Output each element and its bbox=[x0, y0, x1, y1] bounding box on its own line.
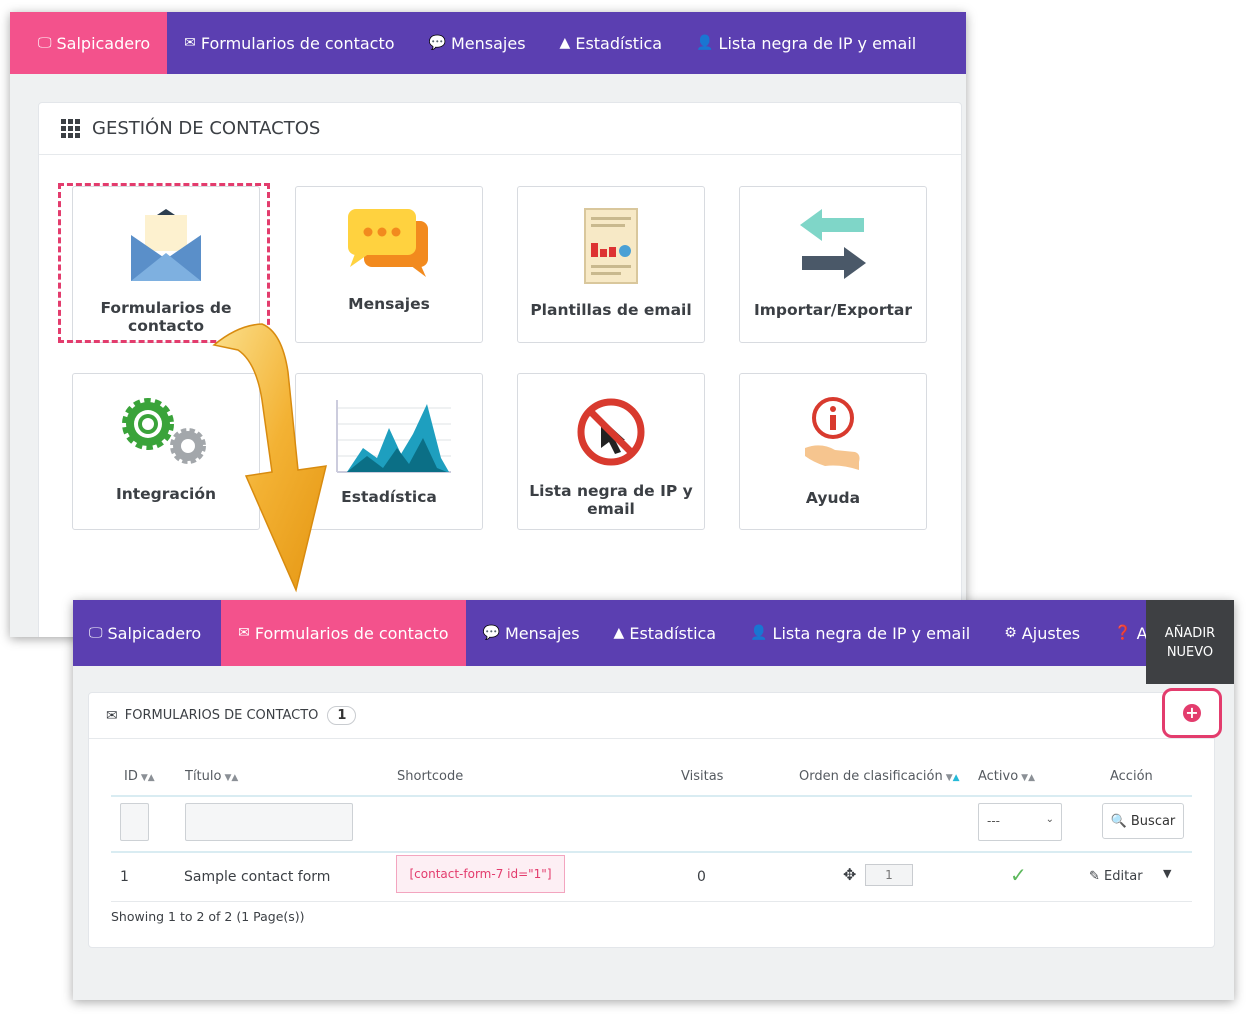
row-title: Sample contact form bbox=[184, 869, 331, 885]
chat-bubbles-icon bbox=[348, 209, 428, 277]
search-icon: 🔍 bbox=[1110, 813, 1127, 829]
drag-handle-icon[interactable]: ✥ bbox=[843, 865, 856, 884]
comments-icon: 💬 bbox=[428, 35, 446, 51]
tile-estadistica[interactable]: Estadística bbox=[295, 373, 483, 530]
col-accion: Acción bbox=[1110, 769, 1153, 784]
panel-title: GESTIÓN DE CONTACTOS bbox=[92, 118, 321, 139]
comments-icon: 💬 bbox=[482, 625, 500, 641]
area-chart-icon bbox=[336, 400, 451, 473]
caret-down-icon[interactable]: ▼ bbox=[1163, 867, 1171, 880]
tile-ayuda[interactable]: Ayuda bbox=[739, 373, 927, 530]
filter-active-select[interactable]: --- ⌄ bbox=[978, 803, 1062, 841]
col-shortcode: Shortcode bbox=[397, 769, 464, 784]
edit-button[interactable]: ✎ Editar bbox=[1089, 869, 1143, 884]
col-orden[interactable]: Orden de clasificación ▼▲ bbox=[799, 769, 960, 784]
row-divider bbox=[111, 901, 1192, 902]
user-block-icon: 👤 bbox=[696, 35, 714, 51]
col-visitas: Visitas bbox=[681, 769, 724, 784]
swap-arrows-icon bbox=[800, 209, 866, 279]
info-hand-icon bbox=[805, 397, 860, 470]
position-input[interactable]: 1 bbox=[865, 864, 913, 886]
pagination-info: Showing 1 to 2 of 2 (1 Page(s)) bbox=[111, 909, 305, 924]
panel-header: GESTIÓN DE CONTACTOS bbox=[39, 103, 961, 155]
nav-salpicadero[interactable]: 🖵 Salpicadero bbox=[73, 600, 221, 666]
col-activo[interactable]: Activo ▼▲ bbox=[978, 769, 1035, 784]
nav-mensajes[interactable]: 💬 Mensajes bbox=[412, 12, 543, 74]
tile-lista-negra[interactable]: Lista negra de IP y email bbox=[517, 373, 705, 530]
nav-lista-negra[interactable]: 👤 Lista negra de IP y email bbox=[679, 12, 933, 74]
filter-id-input[interactable] bbox=[120, 803, 149, 841]
filter-title-input[interactable] bbox=[185, 803, 353, 841]
desktop-icon: 🖵 bbox=[89, 625, 103, 641]
add-new-tooltip: AÑADIR NUEVO bbox=[1146, 600, 1234, 684]
desktop-icon: 🖵 bbox=[38, 35, 52, 51]
envelope-icon: ✉ bbox=[184, 35, 196, 51]
area-chart-icon: ▲ bbox=[613, 625, 625, 641]
shortcode-value[interactable]: [contact-form-7 id="1"] bbox=[396, 855, 565, 893]
nav-salpicadero[interactable]: 🖵 Salpicadero bbox=[10, 12, 168, 74]
user-block-icon: 👤 bbox=[750, 625, 768, 641]
row-visits: 0 bbox=[697, 869, 706, 885]
nav-estadistica[interactable]: ▲ Estadística bbox=[597, 600, 734, 666]
row-id: 1 bbox=[120, 869, 129, 885]
forms-panel: ✉ FORMULARIOS DE CONTACTO 1 + ID ▼▲ Títul… bbox=[88, 688, 1222, 948]
filter-divider bbox=[111, 851, 1192, 853]
nav-ajustes[interactable]: ⚙ Ajustes bbox=[987, 600, 1097, 666]
area-chart-icon: ▲ bbox=[559, 35, 571, 51]
grid-icon bbox=[61, 119, 80, 138]
sort-icon[interactable]: ▼▲ bbox=[224, 773, 238, 783]
document-chart-icon bbox=[584, 208, 638, 284]
nav-mensajes[interactable]: 💬 Mensajes bbox=[466, 600, 597, 666]
add-new-button[interactable]: + bbox=[1162, 688, 1222, 738]
tile-mensajes[interactable]: Mensajes bbox=[295, 186, 483, 343]
sort-icon[interactable]: ▼▲ bbox=[141, 773, 155, 783]
forms-nav: 🖵 Salpicadero ✉ Formularios de contacto … bbox=[73, 600, 1186, 666]
nav-lista-negra[interactable]: 👤 Lista negra de IP y email bbox=[733, 600, 987, 666]
panel-title: FORMULARIOS DE CONTACTO bbox=[124, 708, 319, 723]
gears-icon bbox=[122, 398, 206, 464]
contact-management-panel: GESTIÓN DE CONTACTOS bbox=[38, 102, 962, 637]
nav-formularios[interactable]: ✉ Formularios de contacto bbox=[221, 600, 466, 666]
top-nav: 🖵 Salpicadero ✉ Formularios de contacto … bbox=[10, 12, 966, 74]
envelope-icon: ✉ bbox=[106, 707, 118, 724]
plus-icon: + bbox=[1183, 704, 1201, 722]
col-titulo[interactable]: Título ▼▲ bbox=[185, 769, 238, 784]
question-icon: ❓ bbox=[1114, 625, 1132, 641]
col-id[interactable]: ID ▼▲ bbox=[124, 769, 155, 784]
tile-integracion[interactable]: Integración bbox=[72, 373, 260, 530]
sort-icon[interactable]: ▼▲ bbox=[1021, 773, 1035, 783]
count-badge: 1 bbox=[327, 706, 357, 725]
envelope-icon: ✉ bbox=[238, 625, 250, 641]
tile-plantillas[interactable]: Plantillas de email bbox=[517, 186, 705, 343]
search-button[interactable]: 🔍 Buscar bbox=[1102, 803, 1184, 839]
nav-formularios[interactable]: ✉ Formularios de contacto bbox=[167, 12, 411, 74]
forms-list-screenshot: 🖵 Salpicadero ✉ Formularios de contacto … bbox=[73, 600, 1234, 1000]
sort-icon[interactable]: ▼▲ bbox=[946, 773, 960, 783]
tile-formularios[interactable]: Formularios de contacto bbox=[72, 186, 260, 343]
block-cursor-icon bbox=[577, 398, 645, 466]
chevron-down-icon: ⌄ bbox=[1045, 814, 1054, 825]
envelope-icon bbox=[131, 209, 201, 281]
dashboard-screenshot: 🖵 Salpicadero ✉ Formularios de contacto … bbox=[10, 12, 966, 637]
pencil-icon: ✎ bbox=[1089, 869, 1100, 884]
tile-importar[interactable]: Importar/Exportar bbox=[739, 186, 927, 343]
active-check-icon[interactable]: ✓ bbox=[1010, 863, 1027, 887]
panel-header: ✉ FORMULARIOS DE CONTACTO 1 bbox=[89, 693, 1214, 739]
nav-estadistica[interactable]: ▲ Estadística bbox=[543, 12, 680, 74]
header-divider bbox=[111, 795, 1192, 797]
gear-icon: ⚙ bbox=[1004, 625, 1017, 641]
